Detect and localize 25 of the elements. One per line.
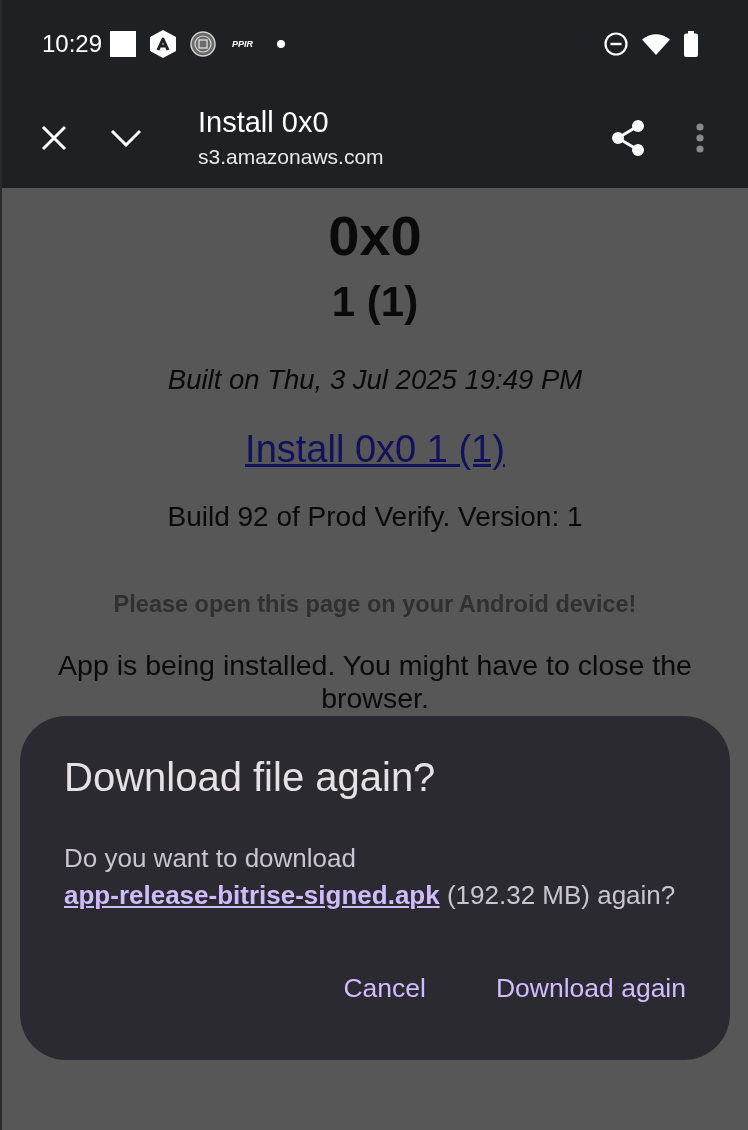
hexagon-icon	[150, 30, 177, 58]
dialog-title: Download file again?	[64, 755, 437, 799]
build-info: Build 92 of Prod Verify. Version: 1	[167, 502, 583, 532]
build-date: Built on Thu, 3 Jul 2025 19:49 PM	[167, 365, 583, 395]
notification-text: PPIR	[232, 39, 254, 49]
status-time: 10:29	[42, 30, 103, 58]
page-title: Install 0x0	[198, 106, 330, 138]
share-icon	[611, 120, 645, 156]
battery-icon	[684, 31, 698, 57]
dot-icon	[277, 40, 286, 48]
download-again-button[interactable]: Download again	[483, 964, 698, 1012]
close-icon	[41, 125, 67, 151]
page-url: s3.amazonaws.com	[198, 144, 385, 170]
square-icon	[110, 31, 137, 57]
file-link[interactable]: app-release-bitrise-signed.apk	[64, 880, 440, 910]
app-name: 0x0	[328, 206, 422, 266]
install-status-message: App is being installed. You might have to close the browser.	[57, 649, 693, 715]
cancel-button[interactable]: Cancel	[331, 964, 438, 1012]
chevron-down-icon	[110, 129, 142, 147]
do-not-disturb-icon	[604, 32, 628, 56]
emblem-icon	[190, 31, 217, 57]
more-icon	[696, 123, 704, 153]
app-version: 1 (1)	[331, 279, 419, 325]
wifi-icon	[642, 33, 670, 55]
dialog-message: Do you want to download app-release-bitrise-signed.apk (192.32 MB) again?	[64, 842, 677, 912]
